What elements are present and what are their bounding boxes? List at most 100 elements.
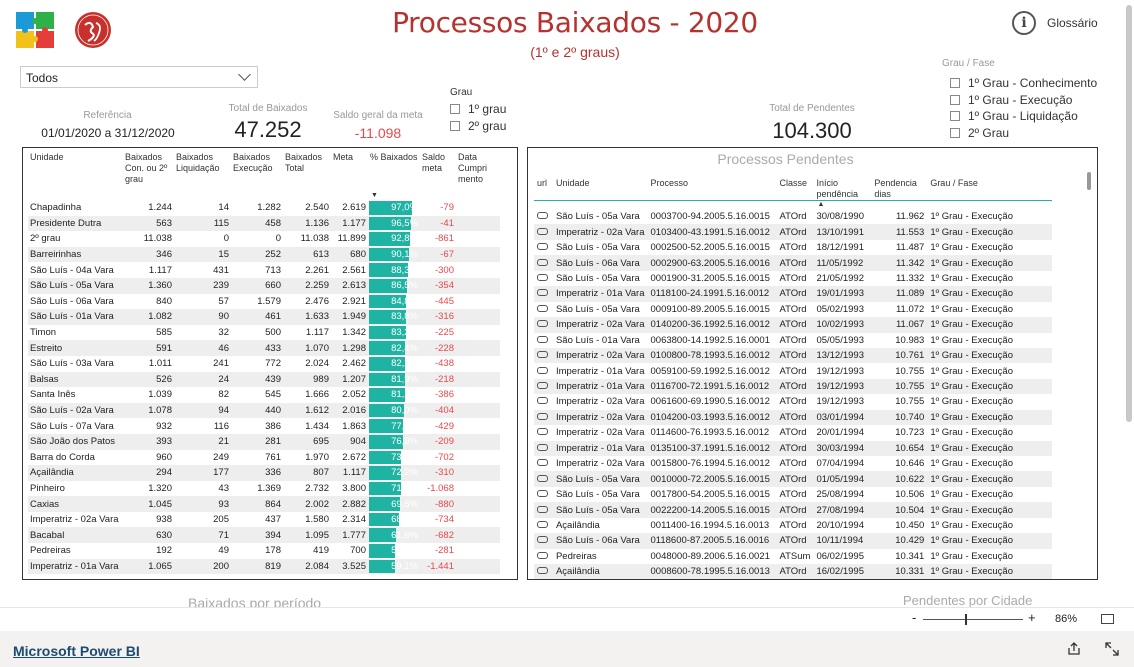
cell-url[interactable]: [534, 425, 553, 440]
cell-url[interactable]: [534, 378, 553, 395]
link-icon[interactable]: [537, 520, 548, 528]
link-icon[interactable]: [537, 258, 548, 266]
link-icon[interactable]: [537, 551, 548, 559]
link-icon[interactable]: [537, 459, 548, 467]
cell-url[interactable]: [534, 255, 553, 271]
table-row[interactable]: Imperatriz - 02a Vara 0061600-69.1990.5.1…: [534, 394, 1052, 409]
zoom-out-button[interactable]: -: [912, 610, 916, 625]
cell-url[interactable]: [534, 518, 553, 533]
table-row[interactable]: Presidente Dutra 563 115 458 1.136 1.177 96,5%…: [28, 215, 500, 232]
table-row[interactable]: São Luís - 05a Vara 0010000-72.2005.5.16.…: [534, 471, 1052, 487]
link-icon[interactable]: [537, 243, 548, 251]
scrollbar-thumb[interactable]: [1087, 172, 1091, 190]
link-icon[interactable]: [537, 490, 548, 498]
table-row[interactable]: 2º grau 11.038 0 0 11.038 11.899 92,8% -861: [28, 231, 500, 247]
cell-url[interactable]: [534, 549, 553, 564]
table-row[interactable]: Imperatriz - 02a Vara 938 205 437 1.580 2.314…: [28, 512, 500, 528]
table-row[interactable]: Imperatriz - 02a Vara 0103400-43.1991.5.1…: [534, 224, 1052, 240]
table-row[interactable]: Açailândia 0011400-16.1994.5.16.0013 ATOrd…: [534, 518, 1052, 533]
cell-url[interactable]: [534, 333, 553, 348]
link-icon[interactable]: [537, 428, 548, 436]
col-header[interactable]: Grau / Fase: [927, 168, 1052, 201]
cell-url[interactable]: [534, 533, 553, 549]
link-icon[interactable]: [537, 443, 548, 451]
cell-url[interactable]: [534, 240, 553, 255]
link-icon[interactable]: [537, 304, 548, 312]
table-row[interactable]: Barreirinhas 346 15 252 613 680 90,1% -67: [28, 246, 500, 263]
cell-url[interactable]: [534, 440, 553, 456]
table-row[interactable]: Imperatriz - 02a Vara 0100800-78.1993.5.1…: [534, 347, 1052, 364]
checkbox[interactable]: [950, 94, 960, 105]
col-header[interactable]: Baixados Total: [283, 152, 331, 200]
col-header-sorted[interactable]: Início pendência ▲: [813, 168, 871, 208]
checkbox[interactable]: [950, 111, 960, 122]
col-header[interactable]: Unidade: [28, 152, 123, 200]
link-icon[interactable]: [537, 289, 548, 297]
table-row[interactable]: Imperatriz - 02a Vara 0015800-76.1994.5.1…: [534, 456, 1052, 471]
cell-url[interactable]: [534, 502, 553, 518]
link-icon[interactable]: [537, 412, 548, 420]
table-row[interactable]: Balsas 526 24 439 989 1.207 81,9% -218: [28, 371, 500, 388]
grau-fase-option-3[interactable]: 1º Grau - Liquidação: [950, 108, 1097, 125]
cell-url[interactable]: [534, 209, 553, 224]
grau-fase-option-4[interactable]: 2º Grau: [950, 125, 1097, 142]
link-icon[interactable]: [537, 474, 548, 482]
cell-url[interactable]: [534, 456, 553, 471]
link-icon[interactable]: [537, 366, 548, 374]
table-row[interactable]: São Luís - 05a Vara 0009100-89.2005.5.16.…: [534, 302, 1052, 317]
table-row[interactable]: São Luís - 07a Vara 932 116 386 1.434 1.863 77…: [28, 418, 500, 434]
cell-url[interactable]: [534, 487, 553, 502]
table-row[interactable]: Imperatriz - 02a Vara 0104200-03.1993.5.1…: [534, 409, 1052, 426]
col-header[interactable]: Data Cumpri mento: [456, 152, 500, 200]
col-header[interactable]: Unidade: [553, 168, 648, 201]
share-icon[interactable]: [1067, 642, 1081, 656]
table-row[interactable]: São Luís - 05a Vara 0003700-94.2005.5.16.…: [534, 209, 1052, 224]
grau-fase-option-1[interactable]: 1º Grau - Conhecimento: [950, 75, 1097, 92]
table-row[interactable]: São Luís - 06a Vara 0118600-87.2005.5.16.…: [534, 533, 1052, 549]
link-icon[interactable]: [537, 273, 548, 281]
cell-url[interactable]: [534, 409, 553, 426]
link-icon[interactable]: [537, 227, 548, 235]
col-header[interactable]: Processo: [648, 168, 777, 201]
checkbox[interactable]: [450, 120, 460, 131]
cell-url[interactable]: [534, 363, 553, 378]
table-row[interactable]: São Luís - 06a Vara 0002900-63.2005.5.16.…: [534, 255, 1052, 271]
table-row[interactable]: Imperatriz - 02a Vara 0140200-36.1992.5.1…: [534, 317, 1052, 333]
table-row[interactable]: São Luís - 05a Vara 0001900-31.2005.5.16.…: [534, 271, 1052, 286]
table-row[interactable]: São Luís - 01a Vara 1.082 90 461 1.633 1.949 8…: [28, 309, 500, 325]
cell-url[interactable]: [534, 471, 553, 487]
report-scrollbar[interactable]: [1126, 5, 1132, 422]
table-row[interactable]: São Luís - 04a Vara 1.117 431 713 2.261 2.561…: [28, 262, 500, 278]
zoom-slider-thumb[interactable]: [965, 614, 967, 625]
table-row[interactable]: São Luís - 05a Vara 0002500-52.2005.5.16.…: [534, 240, 1052, 255]
cell-url[interactable]: [534, 317, 553, 333]
table-row[interactable]: Estreito 591 46 433 1.070 1.298 82,4% -228: [28, 340, 500, 356]
unidade-dropdown[interactable]: Todos: [20, 66, 258, 88]
col-header[interactable]: Pendencia dias: [871, 168, 927, 201]
col-header[interactable]: Baixados Con. ou 2º grau: [123, 152, 174, 200]
table-row[interactable]: São Luís - 03a Vara 1.011 241 772 2.024 2.462…: [28, 356, 500, 372]
link-icon[interactable]: [537, 351, 548, 359]
table-row[interactable]: Açailândia 0008600-78.1995.5.16.0013 ATOrd…: [534, 564, 1052, 579]
table-row[interactable]: Santa Inês 1.039 82 545 1.666 2.052 81,2% -386: [28, 387, 500, 403]
link-icon[interactable]: [537, 536, 548, 544]
table-row[interactable]: Açailândia 294 177 336 807 1.117 72,2% -310: [28, 465, 500, 481]
table-row[interactable]: Imperatriz - 01a Vara 0118100-24.1991.5.1…: [534, 286, 1052, 302]
col-header[interactable]: Classe: [776, 168, 813, 201]
link-icon[interactable]: [537, 505, 548, 513]
table-row[interactable]: Imperatriz - 01a Vara 0135100-37.1991.5.1…: [534, 440, 1052, 456]
fullscreen-icon[interactable]: [1105, 642, 1119, 656]
fit-to-page-icon[interactable]: [1101, 614, 1114, 624]
cell-url[interactable]: [534, 347, 553, 364]
table-row[interactable]: São João dos Patos 393 21 281 695 904 76,9% -20…: [28, 433, 500, 450]
table-row[interactable]: Bacabal 630 71 394 1.095 1.777 61,6% -682: [28, 527, 500, 544]
link-icon[interactable]: [537, 335, 548, 343]
link-icon[interactable]: [537, 567, 548, 575]
checkbox[interactable]: [950, 78, 960, 89]
table-row[interactable]: Imperatriz - 01a Vara 0059100-59.1992.5.1…: [534, 363, 1052, 378]
cell-url[interactable]: [534, 394, 553, 409]
col-header[interactable]: Baixados Liquidação: [174, 152, 231, 200]
table-row[interactable]: Imperatriz - 02a Vara 0114600-76.1993.5.1…: [534, 425, 1052, 440]
powerbi-brand-link[interactable]: Microsoft Power BI: [13, 643, 140, 659]
link-icon[interactable]: [537, 212, 548, 220]
